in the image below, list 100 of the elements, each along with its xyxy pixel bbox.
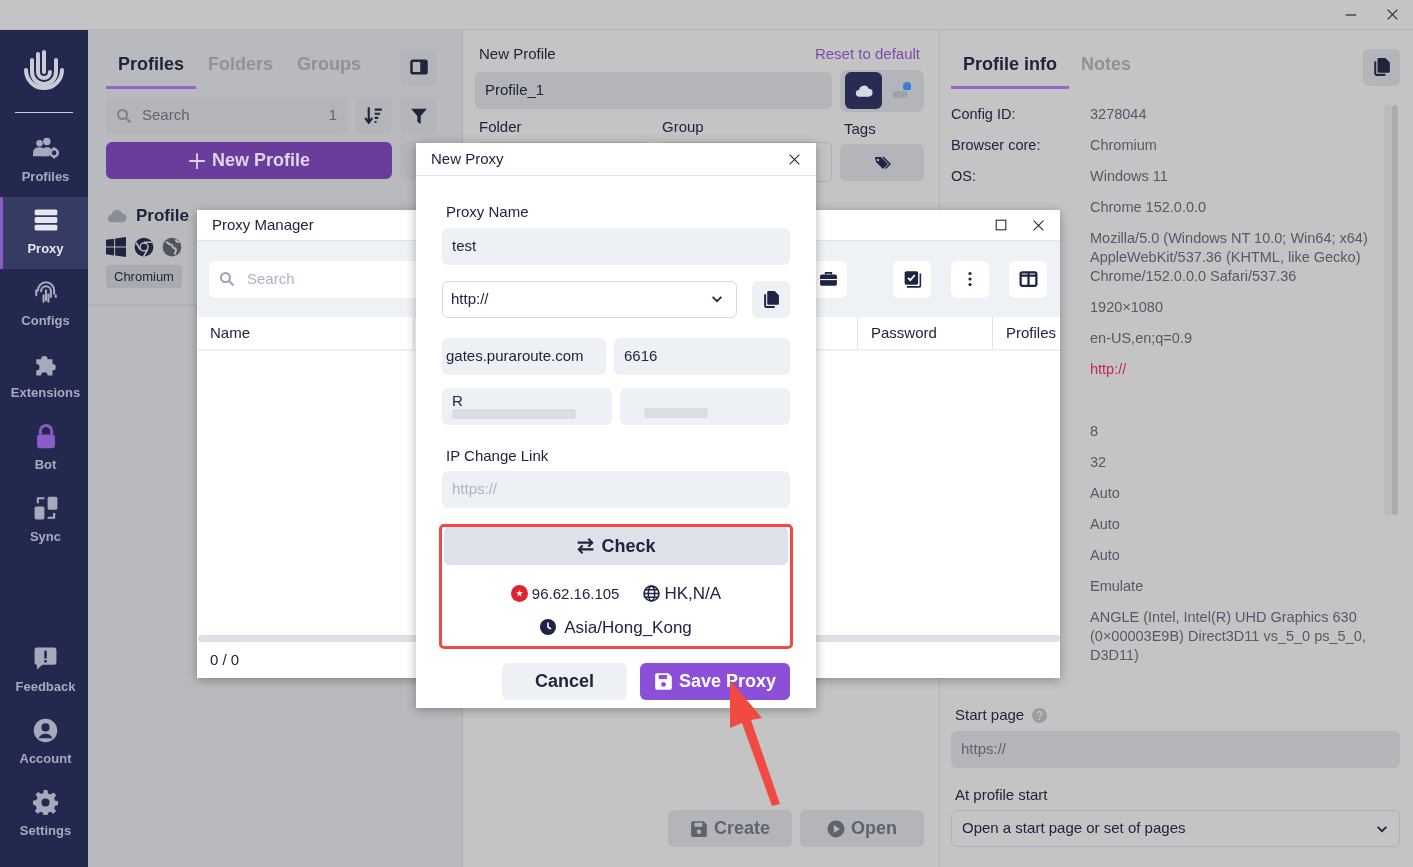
copy-button[interactable] bbox=[1363, 48, 1400, 86]
info-value: 32 bbox=[1090, 453, 1108, 472]
info-value: 3278044 bbox=[1090, 105, 1148, 124]
filter-icon bbox=[409, 106, 428, 125]
info-value: Auto bbox=[1090, 515, 1121, 534]
maximize-button[interactable] bbox=[994, 218, 1008, 232]
sidebar-item[interactable]: Sync bbox=[0, 485, 88, 557]
proxy-type-select[interactable]: http:// bbox=[442, 280, 737, 318]
browser-tag: Chromium bbox=[106, 264, 182, 288]
port-field[interactable]: 6616 bbox=[614, 337, 790, 375]
proxy-name-field[interactable]: test bbox=[442, 227, 790, 265]
info-value: Chrome 152.0.0.0 bbox=[1090, 198, 1208, 217]
tags-button[interactable] bbox=[840, 144, 924, 181]
copy-icon bbox=[762, 290, 780, 308]
sidebar-item[interactable]: Configs bbox=[0, 269, 88, 341]
alert-bubble-icon bbox=[33, 645, 58, 671]
help-icon bbox=[1032, 707, 1048, 723]
maximize-icon bbox=[994, 218, 1008, 232]
server-icon bbox=[32, 207, 59, 234]
storage-toggle[interactable] bbox=[840, 69, 924, 112]
start-mode-select[interactable]: Open a start page or set of pages bbox=[951, 810, 1400, 847]
windows-icon bbox=[106, 236, 126, 257]
search-icon bbox=[219, 271, 235, 287]
sidebar-item[interactable]: Bot bbox=[0, 413, 88, 485]
tab[interactable]: Profiles bbox=[106, 45, 197, 89]
field-label: Start page bbox=[955, 705, 1025, 725]
sidebar-item[interactable]: Account bbox=[0, 707, 88, 779]
timezone: Asia/Hong_Kong bbox=[564, 616, 692, 639]
section-title: New Profile bbox=[479, 44, 556, 64]
info-label: OS: bbox=[951, 167, 977, 186]
column-header[interactable]: Profiles bbox=[992, 317, 1060, 349]
sidebar-item[interactable]: Feedback bbox=[0, 635, 88, 707]
columns-button[interactable] bbox=[1009, 260, 1047, 298]
sort-button[interactable] bbox=[355, 97, 392, 134]
scrollbar-thumb[interactable] bbox=[1392, 105, 1398, 515]
profile-name[interactable]: Profile bbox=[136, 203, 189, 229]
sidebar-item[interactable]: Proxy bbox=[0, 197, 88, 269]
info-value: Emulate bbox=[1090, 577, 1145, 596]
filter-button[interactable] bbox=[400, 97, 437, 134]
sidebar-item[interactable]: Profiles bbox=[0, 125, 88, 197]
reset-link[interactable]: Reset to default bbox=[814, 43, 920, 66]
field-label: Proxy Name bbox=[445, 202, 530, 222]
checklist-icon bbox=[902, 270, 922, 288]
minimize-icon bbox=[1344, 13, 1358, 16]
info-label: Browser core: bbox=[951, 136, 1042, 155]
person-icon bbox=[33, 717, 58, 743]
field-label: IP Change Link bbox=[445, 445, 550, 466]
settings-icon bbox=[33, 789, 58, 815]
field-label: Group bbox=[661, 116, 705, 137]
globe-icon bbox=[643, 585, 661, 603]
column-header[interactable]: Name bbox=[197, 317, 413, 349]
info-value: Mozilla/5.0 (Windows NT 10.0; Win64; x64) AppleWebKit/537.36 (KHTML, like Gecko) Chrome/152.0.0.0 Safari/537.36 bbox=[1090, 229, 1369, 286]
page-count: 0 / 0 bbox=[210, 649, 240, 670]
columns-icon bbox=[1018, 270, 1038, 288]
close-icon bbox=[1032, 218, 1045, 232]
save-icon bbox=[653, 672, 673, 691]
sort-icon bbox=[364, 106, 383, 125]
search-icon bbox=[116, 107, 132, 124]
close-button[interactable] bbox=[788, 152, 801, 166]
tags-icon bbox=[873, 154, 891, 171]
save-icon bbox=[690, 819, 708, 838]
field-label: Tags bbox=[843, 118, 877, 139]
play-icon bbox=[827, 819, 845, 838]
login-field[interactable]: R bbox=[442, 387, 612, 425]
info-value: ANGLE (Intel, Intel(R) UHD Graphics 630 (0×00003E9B) Direct3D11 vs_5_0 ps_5_0, D3D11) bbox=[1090, 608, 1367, 665]
cancel-button[interactable]: Cancel bbox=[502, 663, 627, 700]
globe-icon bbox=[162, 236, 182, 257]
field-label: Folder bbox=[478, 116, 523, 137]
close-button[interactable] bbox=[1032, 218, 1045, 232]
documents-icon bbox=[32, 495, 59, 522]
fingerprint-icon bbox=[32, 279, 59, 306]
checklist-button[interactable] bbox=[893, 260, 931, 298]
info-value: Windows 11 bbox=[1090, 167, 1169, 186]
swap-icon bbox=[576, 537, 596, 555]
close-icon bbox=[788, 152, 801, 166]
briefcase-icon bbox=[818, 270, 838, 288]
info-value: Auto bbox=[1090, 546, 1121, 565]
close-icon bbox=[1386, 8, 1399, 21]
info-value: 8 bbox=[1090, 422, 1100, 441]
column-header[interactable]: Password bbox=[857, 317, 992, 349]
drive-lock-icon bbox=[892, 81, 912, 100]
sidebar-item[interactable]: Extensions bbox=[0, 341, 88, 413]
info-value: Auto bbox=[1090, 484, 1121, 503]
panel-toggle-button[interactable] bbox=[400, 48, 437, 86]
paste-button[interactable] bbox=[752, 280, 790, 318]
flag-icon bbox=[510, 585, 528, 603]
search-field[interactable]: Search 1 bbox=[106, 97, 347, 134]
ip-address: 96.62.16.105 bbox=[531, 583, 620, 604]
host-field[interactable]: gates.puraroute.com bbox=[442, 337, 606, 375]
check-button[interactable]: Check bbox=[444, 527, 788, 565]
field-label: At profile start bbox=[954, 784, 1049, 805]
cloud-storage-button[interactable] bbox=[845, 72, 882, 109]
sidebar-item[interactable]: Settings bbox=[0, 779, 88, 851]
dialog-title: New Proxy bbox=[431, 148, 504, 169]
password-field[interactable] bbox=[620, 387, 790, 425]
save-proxy-button[interactable]: Save Proxy bbox=[640, 663, 790, 700]
tab[interactable]: Profile info bbox=[951, 45, 1069, 89]
name-field[interactable]: Profile_1 bbox=[475, 72, 832, 109]
new-profile-button[interactable]: New Profile bbox=[106, 142, 393, 179]
location: HK,N/A bbox=[664, 583, 722, 605]
